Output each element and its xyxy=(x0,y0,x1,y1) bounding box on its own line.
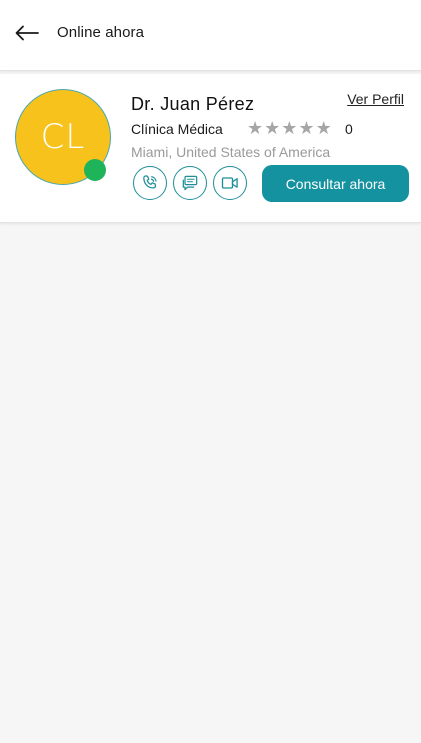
back-button[interactable] xyxy=(12,20,42,46)
page-title: Online ahora xyxy=(57,24,145,41)
star-icon: ★ xyxy=(281,118,298,138)
view-profile-link[interactable]: Ver Perfil xyxy=(347,91,404,107)
rating-count: 0 xyxy=(345,121,353,137)
doctor-card[interactable]: CL Dr. Juan Pérez Ver Perfil Clínica Méd… xyxy=(0,74,421,223)
star-icon: ★ xyxy=(298,118,315,138)
video-camera-icon xyxy=(221,177,238,189)
rating-stars: ★ ★ ★ ★ ★ xyxy=(247,118,332,138)
video-call-button[interactable] xyxy=(213,166,247,200)
star-icon: ★ xyxy=(315,118,332,138)
star-icon: ★ xyxy=(264,118,281,138)
chat-button[interactable] xyxy=(173,166,207,200)
phone-call-button[interactable] xyxy=(133,166,167,200)
avatar-initials: CL xyxy=(40,117,86,157)
doctor-name: Dr. Juan Pérez xyxy=(131,94,255,114)
chat-icon xyxy=(182,175,198,191)
doctor-specialty: Clínica Médica xyxy=(131,121,223,137)
star-icon: ★ xyxy=(247,118,264,138)
online-status-indicator xyxy=(84,159,106,181)
app-bar: Online ahora xyxy=(0,0,421,71)
doctor-location: Miami, United States of America xyxy=(131,144,331,160)
arrow-left-icon xyxy=(15,25,39,41)
phone-icon xyxy=(143,175,157,189)
consult-now-button[interactable]: Consultar ahora xyxy=(262,165,409,202)
